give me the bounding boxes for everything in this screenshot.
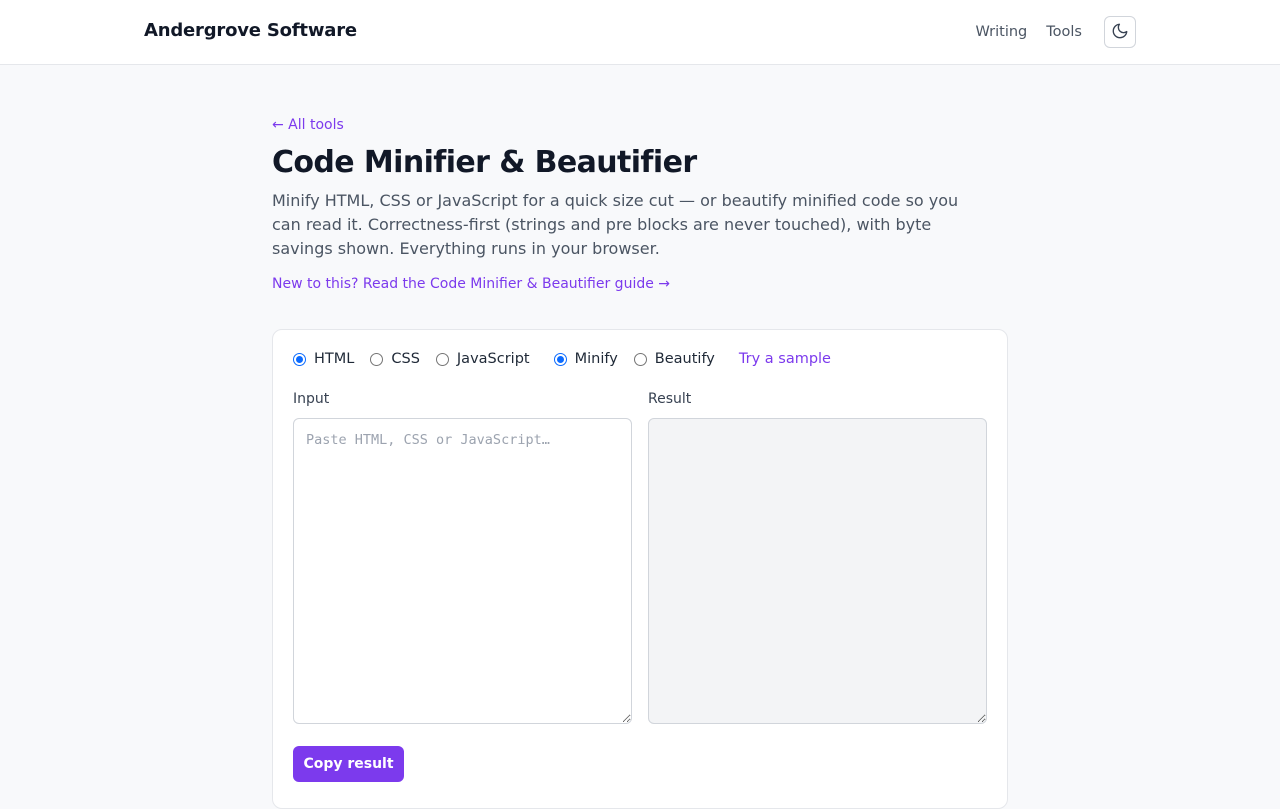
options-row: HTML CSS JavaScript Minify Beautify Try … — [293, 351, 831, 367]
page-description: Minify HTML, CSS or JavaScript for a qui… — [272, 191, 959, 258]
radio-minify[interactable]: Minify — [553, 351, 618, 367]
theme-toggle-button[interactable] — [1104, 16, 1136, 48]
code-input-textarea[interactable] — [293, 418, 632, 724]
radio-button-html[interactable] — [293, 352, 306, 366]
nav-link-tools[interactable]: Tools — [1046, 16, 1082, 48]
site-brand[interactable]: Andergrove Software — [144, 20, 357, 41]
moon-icon — [1111, 22, 1129, 43]
try-sample-link[interactable]: Try a sample — [739, 351, 831, 367]
radio-label-css: CSS — [391, 351, 420, 367]
radio-label-beautify: Beautify — [654, 351, 715, 367]
radio-html[interactable]: HTML — [293, 351, 354, 367]
result-textarea[interactable] — [648, 418, 987, 724]
radio-css[interactable]: CSS — [370, 351, 420, 367]
result-label: Result — [648, 391, 692, 407]
radio-button-beautify[interactable] — [633, 352, 647, 366]
main-nav: Writing Tools — [975, 16, 1136, 48]
input-label: Input — [293, 391, 330, 407]
radio-button-javascript[interactable] — [435, 352, 449, 366]
guide-link[interactable]: New to this? Read the Code Minifier & Be… — [272, 276, 670, 292]
page-title: Code Minifier & Beautifier — [272, 145, 697, 180]
all-tools-back-link[interactable]: ← All tools — [272, 117, 344, 133]
radio-button-minify[interactable] — [553, 352, 567, 366]
top-navigation-bar: Andergrove Software Writing Tools — [0, 0, 1280, 65]
radio-button-css[interactable] — [370, 352, 384, 366]
radio-label-minify: Minify — [574, 351, 618, 367]
radio-javascript[interactable]: JavaScript — [435, 351, 530, 367]
radio-label-javascript: JavaScript — [456, 351, 530, 367]
tool-card: HTML CSS JavaScript Minify Beautify Try … — [272, 329, 1008, 809]
nav-link-writing[interactable]: Writing — [975, 16, 1027, 48]
copy-result-button[interactable]: Copy result — [293, 746, 404, 782]
radio-beautify[interactable]: Beautify — [633, 351, 715, 367]
radio-label-html: HTML — [314, 351, 355, 367]
